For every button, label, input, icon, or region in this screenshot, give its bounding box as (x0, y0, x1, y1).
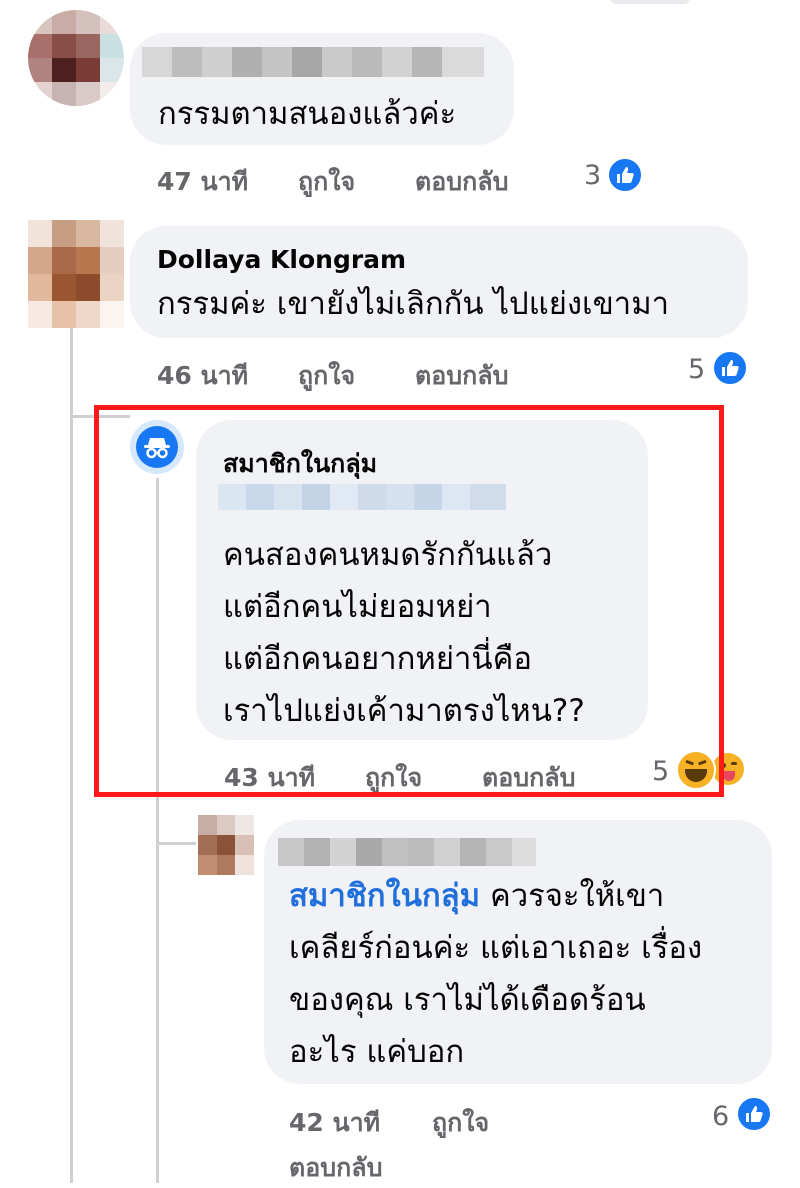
comment-text-line: อะไร แค่บอก (289, 1034, 465, 1070)
like-button[interactable]: ถูกใจ (298, 356, 355, 396)
blurred-author-name (278, 838, 536, 866)
comment-time[interactable]: 46 นาที (157, 356, 248, 396)
comment-bubble: Dollaya Klongram กรรมค่ะ เขายังไม่เลิกกั… (130, 226, 748, 338)
comment-text: ควรจะให้เขา (480, 878, 665, 914)
reply-button[interactable]: ตอบกลับ (415, 356, 508, 396)
avatar[interactable] (198, 815, 254, 875)
reply-button[interactable]: ตอบกลับ (415, 162, 508, 202)
comment-bubble: กรรมตามสนองแล้วค่ะ (130, 33, 514, 145)
comment-text-line: ของคุณ เราไม่ได้เดือดร้อน (289, 982, 646, 1018)
like-icon (736, 1096, 772, 1132)
avatar[interactable] (28, 10, 124, 106)
comment-bubble: สมาชิกในกลุ่ม ควรจะให้เขา เคลียร์ก่อนค่ะ… (264, 820, 772, 1084)
comment-text-line: เคลียร์ก่อนค่ะ แต่เอาเถอะ เรื่อง (289, 930, 703, 966)
like-button[interactable]: ถูกใจ (432, 1103, 489, 1143)
top-crop-hint (610, 0, 690, 4)
avatar[interactable] (28, 220, 124, 328)
comment-author[interactable]: Dollaya Klongram (157, 245, 406, 274)
reaction-count[interactable]: 5 (688, 354, 705, 385)
thread-line-main (70, 295, 73, 1183)
comment-text: กรรมค่ะ เขายังไม่เลิกกัน ไปแย่งเขามา (157, 286, 670, 322)
reaction-count[interactable]: 6 (712, 1101, 729, 1132)
comment-time[interactable]: 42 นาที (289, 1103, 380, 1143)
comment-text: กรรมตามสนองแล้วค่ะ (158, 96, 457, 132)
like-icon (712, 350, 748, 386)
thread-line-reply-branch (156, 842, 196, 845)
reaction-count[interactable]: 3 (584, 160, 601, 191)
like-icon (607, 157, 643, 193)
comment-time[interactable]: 47 นาที (157, 162, 248, 202)
like-button[interactable]: ถูกใจ (298, 162, 355, 202)
comment-text-line: สมาชิกในกลุ่ม ควรจะให้เขา (289, 870, 664, 922)
reply-button[interactable]: ตอบกลับ (289, 1148, 382, 1188)
mentioned-member-link[interactable]: สมาชิกในกลุ่ม (289, 878, 480, 914)
highlight-box (94, 405, 724, 797)
blurred-author-name (142, 47, 484, 77)
